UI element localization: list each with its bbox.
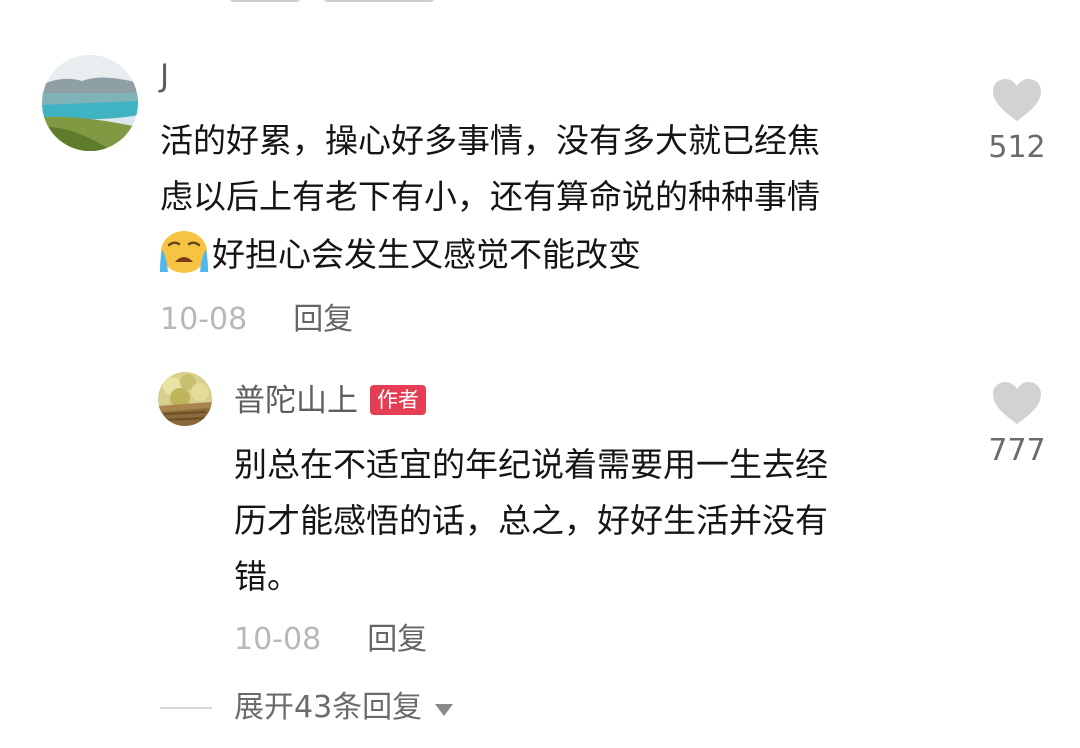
reply-text-line: 错。 <box>234 557 300 596</box>
heart-icon <box>993 382 1041 424</box>
reply-meta: 10-08 回复 <box>234 620 427 660</box>
author-badge: 作者 <box>370 385 426 415</box>
cropped-text-fragment <box>324 0 434 2</box>
comment-text-line: 虑以后上有老下有小，还有算命说的种种事情 <box>160 177 820 216</box>
avatar[interactable] <box>158 372 212 426</box>
expand-replies-button[interactable]: 展开43条回复 <box>160 688 454 728</box>
like-button[interactable]: 512 <box>977 78 1057 166</box>
reply-text-line: 别总在不适宜的年纪说着需要用一生去经 <box>234 445 828 484</box>
comment-text-line-with-emoji: 好担心会发生又感觉不能改变 <box>158 228 641 280</box>
crying-face-icon <box>160 231 208 273</box>
comment-date: 10-08 <box>160 302 248 337</box>
expand-replies-label: 展开43条回复 <box>234 690 423 725</box>
reply-date: 10-08 <box>234 622 322 657</box>
reply-button[interactable]: 回复 <box>293 300 353 340</box>
previous-comment-fragment <box>230 0 434 6</box>
comment-username[interactable]: J <box>160 58 169 94</box>
comment-thread: J 活的好累，操心好多事情，没有多大就已经焦 虑以后上有老下有小，还有算命说的种… <box>0 0 1080 748</box>
reply-avatar-image <box>158 372 212 426</box>
divider-line <box>160 707 212 709</box>
reply-button[interactable]: 回复 <box>367 620 427 660</box>
heart-icon <box>993 79 1041 121</box>
avatar[interactable] <box>42 55 138 151</box>
cropped-text-fragment <box>230 0 300 2</box>
like-count: 512 <box>988 130 1046 165</box>
reply-username[interactable]: 普陀山上 <box>234 383 358 419</box>
reply-username-row: 普陀山上 作者 <box>234 383 426 419</box>
triangle-down-icon <box>435 704 454 716</box>
like-button[interactable]: 777 <box>977 381 1057 469</box>
landscape-avatar-image <box>42 55 138 151</box>
comment-meta: 10-08 回复 <box>160 300 353 340</box>
comment-text-line: 活的好累，操心好多事情，没有多大就已经焦 <box>160 121 820 160</box>
reply-text-line: 历才能感悟的话，总之，好好生活并没有 <box>234 501 828 540</box>
like-count: 777 <box>988 433 1046 468</box>
comment-text-segment: 好担心会发生又感觉不能改变 <box>212 235 641 274</box>
